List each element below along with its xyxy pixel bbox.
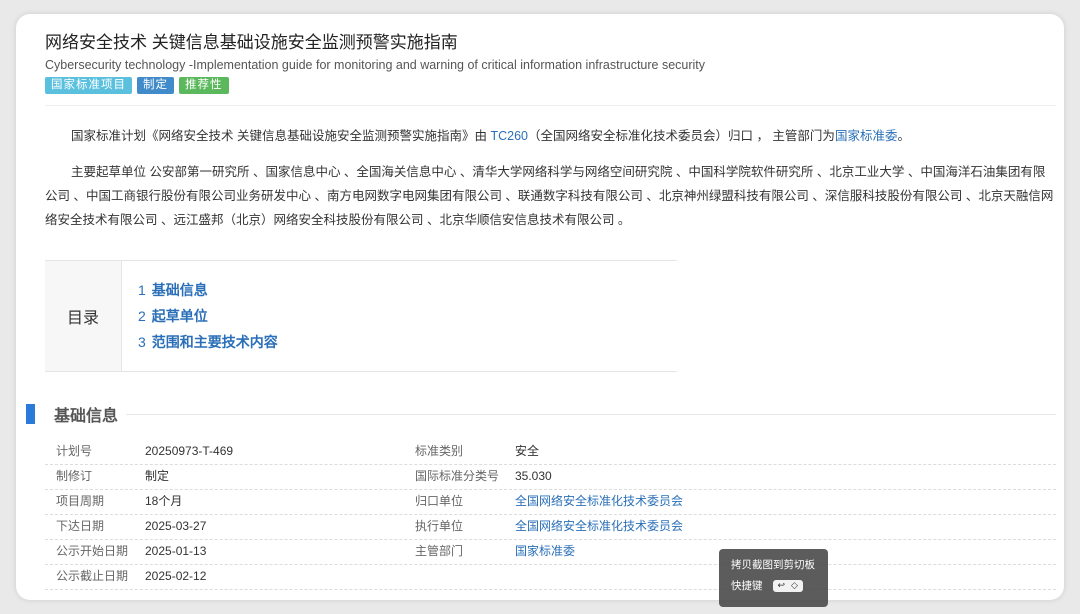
page-header: 网络安全技术 关键信息基础设施安全监测预警实施指南 Cybersecurity …	[45, 32, 1044, 94]
intro-paragraph: 国家标准计划《网络安全技术 关键信息基础设施安全监测预警实施指南》由 TC260…	[45, 124, 1056, 148]
toc-item-scope[interactable]: 3 范围和主要技术内容	[138, 329, 278, 355]
copy-screenshot-toast: 拷贝截图到剪切板 快捷键 ↩ ◇	[719, 549, 828, 607]
field-label: 国际标准分类号	[415, 469, 500, 483]
toc-item-drafting-units[interactable]: 2 起草单位	[138, 303, 278, 329]
intro-text-middle: （全国网络安全标准化技术委员会）归口 ， 主管部门为	[527, 129, 835, 143]
toc-title: 目录	[45, 261, 122, 371]
field-value: 安全	[515, 444, 540, 458]
tag-national-standard: 国家标准项目	[45, 77, 132, 94]
toc-item-label: 范围和主要技术内容	[151, 334, 278, 350]
stepper-icon: ◇	[791, 580, 798, 590]
field-value: 18个月	[145, 494, 183, 508]
field-value: 2025-01-13	[145, 544, 207, 558]
tag-list: 国家标准项目 制定 推荐性	[45, 77, 1044, 94]
toc-item-number: 1	[138, 282, 146, 298]
header-divider	[45, 105, 1056, 106]
field-value: 35.030	[515, 469, 552, 483]
table-row: 公示开始日期 2025-01-13 主管部门 国家标准委	[45, 540, 1056, 565]
section-title: 基础信息	[54, 408, 119, 425]
table-row: 公示截止日期 2025-02-12	[45, 565, 1056, 590]
return-key-icon: ↩	[777, 580, 786, 590]
sac-link[interactable]: 国家标准委	[835, 129, 898, 143]
field-label	[415, 565, 515, 589]
field-label: 项目周期	[56, 494, 105, 508]
intro-text: 国家标准计划《网络安全技术 关键信息基础设施安全监测预警实施指南》由	[71, 129, 491, 143]
field-label: 计划号	[56, 444, 93, 458]
drafting-units-paragraph: 主要起草单位 公安部第一研究所 、国家信息中心 、全国海关信息中心 、清华大学网…	[45, 165, 1054, 227]
field-label: 公示开始日期	[56, 544, 129, 558]
toast-shortcut-row: 快捷键 ↩ ◇	[731, 578, 828, 593]
toc-item-basic-info[interactable]: 1 基础信息	[138, 277, 278, 303]
section-header: 基础信息	[26, 402, 1056, 426]
table-row: 下达日期 2025-03-27 执行单位 全国网络安全标准化技术委员会	[45, 515, 1056, 540]
toast-shortcut-label: 快捷键	[731, 580, 763, 592]
field-label: 归口单位	[415, 494, 464, 508]
field-label: 标准类别	[415, 444, 464, 458]
tag-recommended: 推荐性	[179, 77, 229, 94]
intro-text-suffix: 。	[897, 129, 910, 143]
toc-item-label: 基础信息	[151, 282, 208, 298]
tc260-link[interactable]: TC260	[490, 129, 528, 143]
tag-formulate: 制定	[137, 77, 174, 94]
field-label: 下达日期	[56, 519, 105, 533]
shortcut-key: ↩ ◇	[772, 579, 803, 592]
field-label: 公示截止日期	[56, 569, 129, 583]
field-label: 主管部门	[415, 544, 464, 558]
field-value: 2025-03-27	[145, 519, 207, 533]
field-label: 制修订	[56, 469, 93, 483]
table-row: 项目周期 18个月 归口单位 全国网络安全标准化技术委员会	[45, 490, 1056, 515]
section-divider	[126, 413, 1056, 415]
field-label: 执行单位	[415, 519, 464, 533]
page-subtitle-en: Cybersecurity technology -Implementation…	[45, 58, 706, 72]
toc-list: 1 基础信息 2 起草单位 3 范围和主要技术内容	[122, 261, 278, 371]
toc-item-number: 2	[138, 308, 146, 324]
table-row: 计划号 20250973-T-469 标准类别 安全	[45, 440, 1056, 465]
field-value: 制定	[145, 469, 170, 483]
toc-item-number: 3	[138, 334, 146, 350]
table-of-contents: 目录 1 基础信息 2 起草单位 3 范围和主要技术内容	[45, 260, 677, 372]
executing-unit-link[interactable]: 全国网络安全标准化技术委员会	[515, 515, 1056, 539]
field-value: 2025-02-12	[145, 569, 207, 583]
table-row: 制修订 制定 国际标准分类号 35.030	[45, 465, 1056, 490]
basic-info-table: 计划号 20250973-T-469 标准类别 安全 制修订 制定 国际标准分类…	[45, 440, 1056, 590]
toc-item-label: 起草单位	[151, 308, 208, 324]
toast-message: 拷贝截图到剪切板	[731, 559, 815, 571]
committee-link[interactable]: 全国网络安全标准化技术委员会	[515, 490, 1056, 514]
section-accent-bar	[26, 404, 35, 424]
page-title: 网络安全技术 关键信息基础设施安全监测预警实施指南	[45, 33, 458, 52]
field-value: 20250973-T-469	[145, 444, 234, 458]
standard-detail-card: 网络安全技术 关键信息基础设施安全监测预警实施指南 Cybersecurity …	[16, 14, 1064, 600]
